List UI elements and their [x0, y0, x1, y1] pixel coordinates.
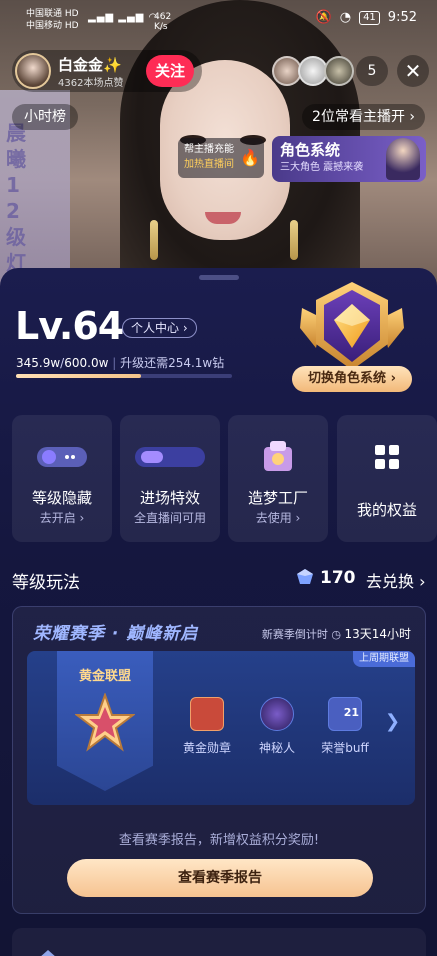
countdown-label: 新赛季倒计时 [261, 628, 328, 641]
exp-current: 345.9w [16, 356, 61, 370]
role-character-image [386, 138, 420, 180]
signal-icon: ▂▄▆ ▂▄▆ ◠ [88, 12, 159, 23]
carrier-2: 中国移动 [26, 21, 63, 31]
card-dream-factory[interactable]: 造梦工厂 去使用 › [228, 415, 328, 542]
status-right: 🔕 ◔ 41 9:52 [316, 10, 417, 25]
points-gem-icon [297, 569, 313, 584]
league-name: 黄金联盟 [78, 669, 131, 684]
factory-icon [228, 437, 328, 477]
honor-buff-icon: 21 [328, 697, 362, 731]
card-sub: 全直播间可用 [133, 511, 206, 525]
reward-honor-buff[interactable]: 21 荣誉buff [317, 697, 373, 756]
reward-mystery[interactable]: 神秘人 [249, 697, 305, 756]
next-section-card [12, 928, 426, 956]
speed-gauge-icon: ◔ [339, 10, 352, 25]
host-avatar[interactable] [15, 53, 51, 89]
exp-total: 600.0w [64, 356, 109, 370]
card-level-hide[interactable]: 等级隐藏 去开启 › [12, 415, 112, 542]
close-icon[interactable]: ✕ [397, 55, 429, 87]
reward-label: 神秘人 [258, 741, 295, 755]
card-sub: 去开启 › [39, 511, 85, 525]
points-value: 170 [320, 568, 356, 588]
drag-handle[interactable] [199, 275, 239, 280]
upgrade-text: 升级还需254.1w钻 [120, 356, 225, 370]
level-play-title: 等级玩法 [12, 573, 80, 593]
hd-tag: HD [64, 9, 79, 19]
status-bar: 中国联通 HD 中国移动 HD ▂▄▆ ▂▄▆ ◠ 462 K/s 🔕 ◔ 41… [0, 0, 437, 38]
earring-left [150, 220, 158, 260]
exp-text: 345.9w/600.0w | 升级还需254.1w钻 [16, 356, 225, 370]
carrier-info: 中国联通 HD 中国移动 HD [26, 8, 79, 32]
level-panel: Lv.64 个人中心 › 345.9w/600.0w | 升级还需254.1w钻… [0, 268, 437, 956]
season-countdown: 新赛季倒计时 ◷ 13天14小时 [262, 625, 411, 642]
follow-button[interactable]: 关注 [146, 55, 194, 87]
card-my-rights[interactable]: 我的权益 [337, 415, 437, 542]
card-entrance-effect[interactable]: 进场特效 全直播间可用 [120, 415, 220, 542]
top-hosts-link[interactable]: 2位常看主播开 › [302, 104, 425, 130]
carrier-1: 中国联通 [26, 9, 63, 19]
hour-rank-button[interactable]: 小时榜 [12, 104, 78, 130]
viewer-avatar-3[interactable] [324, 56, 354, 86]
card-sub: 去使用 › [255, 511, 301, 525]
season-card: 荣耀赛季 · 巅峰新启 新赛季倒计时 ◷ 13天14小时 上周期联盟 黄金联盟 … [12, 606, 426, 914]
level-label: Lv.64 [15, 304, 124, 348]
clock: 9:52 [387, 10, 417, 25]
charge-banner[interactable]: 帮主播充能 加热直播间 🔥 [178, 138, 264, 178]
clock-icon: ◷ [331, 628, 345, 641]
card-title: 造梦工厂 [247, 489, 308, 507]
league-box[interactable]: 上周期联盟 黄金联盟 黄金勋章 神秘人 21 荣誉buff ❯ [27, 651, 415, 805]
report-hint: 查看赛季报告，新增权益积分奖励! [118, 833, 320, 848]
host-likes: 4362本场点赞 [58, 78, 124, 89]
card-title: 进场特效 [139, 489, 200, 507]
last-period-tag: 上周期联盟 [353, 651, 415, 667]
host-name: 白金金✨ [58, 56, 122, 74]
flame-icon: 🔥 [240, 148, 260, 167]
grid-icon [337, 437, 437, 477]
exp-progress-fill [16, 374, 141, 378]
chevron-right-icon[interactable]: ❯ [385, 711, 400, 732]
effect-icon [120, 437, 220, 477]
wing-icon [41, 950, 55, 956]
reward-label: 荣誉buff [321, 741, 369, 755]
mute-icon: 🔕 [315, 10, 332, 25]
league-banner: 黄金联盟 [57, 651, 153, 791]
viewer-count[interactable]: 5 [356, 56, 388, 86]
season-title: 荣耀赛季 · 巅峰新启 [33, 624, 199, 644]
level-badge-icon[interactable] [292, 278, 412, 374]
mystery-person-icon [260, 697, 294, 731]
card-title: 我的权益 [356, 501, 417, 519]
view-report-button[interactable]: 查看赛季报告 [67, 859, 373, 897]
medal-icon [190, 697, 224, 731]
switch-role-button[interactable]: 切换角色系统 › [292, 366, 412, 392]
battery-icon: 41 [359, 10, 380, 25]
role-system-banner[interactable]: 角色系统 三大角色 震撼来袭 [272, 136, 426, 182]
exp-progress-bar [16, 374, 232, 378]
hd-tag-2: HD [64, 21, 79, 31]
card-title: 等级隐藏 [31, 489, 92, 507]
hide-icon [12, 437, 112, 477]
gold-star-icon [75, 693, 135, 752]
net-speed: 462 K/s [154, 12, 171, 32]
net-speed-unit: K/s [154, 22, 168, 32]
exchange-link[interactable]: 去兑换 › [366, 568, 426, 592]
earring-right [290, 220, 298, 260]
net-speed-value: 462 [154, 12, 172, 22]
countdown-time: 13天14小时 [344, 627, 411, 641]
buff-count: 21 [343, 706, 359, 719]
reward-label: 黄金勋章 [182, 741, 231, 755]
reward-gold-medal[interactable]: 黄金勋章 [179, 697, 235, 756]
personal-center-button[interactable]: 个人中心 › [122, 318, 197, 338]
